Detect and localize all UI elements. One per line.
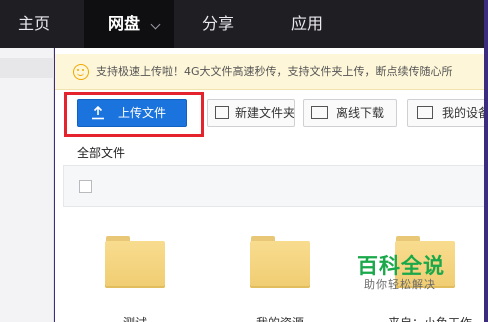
device-icon	[417, 106, 433, 119]
new-folder-button[interactable]: 新建文件夹	[207, 99, 295, 127]
file-name[interactable]: 测试	[95, 314, 175, 322]
notice-text: 支持极速上传啦！4G大文件高速秒传，支持文件夹上传，断点续传随心所	[96, 65, 453, 78]
file-list-header	[63, 165, 484, 207]
offline-download-button[interactable]: 离线下载	[303, 99, 397, 127]
my-device-button[interactable]: 我的设备	[407, 99, 484, 127]
new-folder-label: 新建文件夹	[235, 106, 295, 120]
my-device-label: 我的设备	[442, 106, 484, 120]
offline-download-label: 离线下载	[336, 106, 385, 120]
breadcrumb[interactable]: 全部文件	[77, 144, 125, 161]
chevron-down-icon	[150, 19, 161, 30]
file-name[interactable]: 来自：小鱼工作	[375, 314, 484, 322]
watermark-subtitle: 助你轻松解决	[364, 278, 436, 291]
folder-icon[interactable]	[250, 236, 310, 288]
nav-disk[interactable]: 网盘	[84, 0, 174, 48]
notice-bar: 支持极速上传啦！4G大文件高速秒传，支持文件夹上传，断点续传随心所	[55, 54, 484, 90]
select-all-checkbox[interactable]	[79, 180, 92, 193]
folder-icon[interactable]	[105, 236, 165, 288]
download-icon	[311, 106, 328, 119]
toolbar: 上传文件 新建文件夹 离线下载 我的设备	[55, 91, 484, 139]
sidebar	[0, 48, 54, 322]
top-nav: 主页 网盘 分享 应用	[0, 0, 484, 48]
smile-icon	[73, 64, 89, 80]
highlight-box	[64, 92, 204, 137]
nav-home[interactable]: 主页	[18, 0, 50, 48]
new-folder-icon	[215, 106, 229, 119]
file-name[interactable]: 我的资源	[240, 314, 320, 322]
nav-disk-label: 网盘	[108, 14, 141, 33]
folder-body	[250, 241, 310, 288]
nav-share[interactable]: 分享	[202, 0, 234, 48]
sidebar-item[interactable]	[0, 58, 54, 78]
folder-body	[105, 241, 165, 288]
nav-app[interactable]: 应用	[291, 0, 323, 48]
